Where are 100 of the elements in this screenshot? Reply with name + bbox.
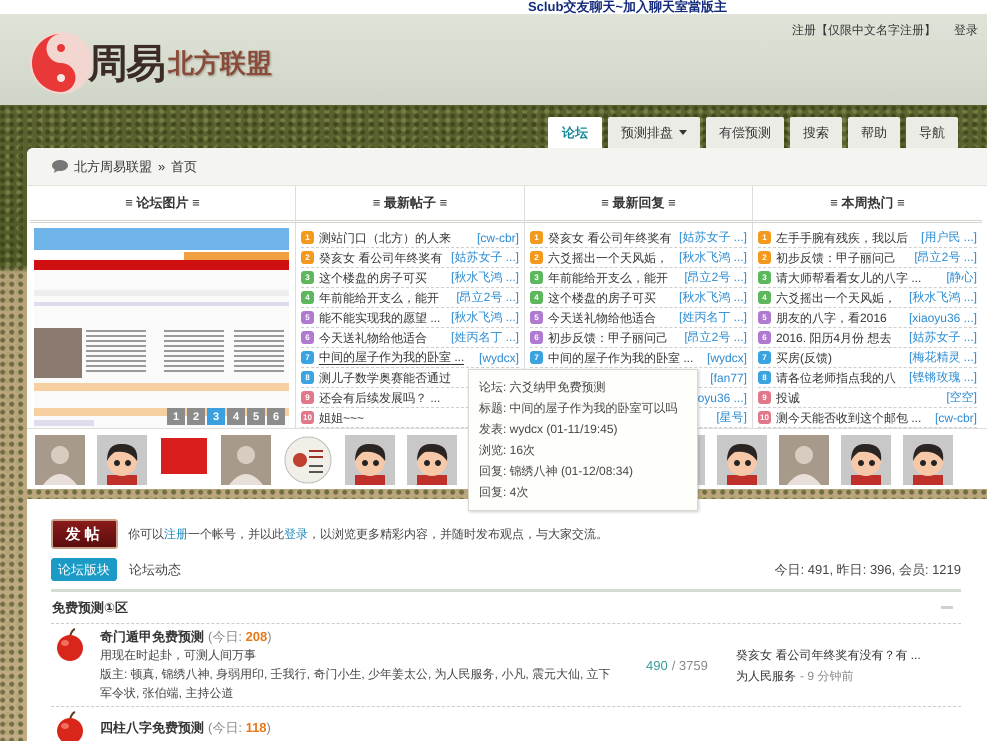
nav-tab[interactable]: 论坛	[548, 117, 602, 148]
author-link[interactable]: [姓丙名丁 ...]	[678, 309, 747, 326]
notice-link[interactable]: 注册	[164, 526, 188, 540]
rank-badge: 6	[301, 331, 314, 344]
thread-link[interactable]: 中间的屋子作为我的卧室 ...	[319, 350, 464, 365]
tooltip-line: 标题: 中间的屋子作为我的卧室可以吗	[479, 400, 679, 417]
nav-tab[interactable]: 预测排盘	[608, 117, 700, 148]
thread-link[interactable]: 测今天能否收到这个邮包 ...	[776, 410, 922, 424]
author-link[interactable]: [wydcx]	[478, 350, 519, 364]
tooltip-line: 回复: 4次	[479, 484, 530, 501]
forum-title[interactable]: 四柱八字免费预测	[100, 719, 204, 737]
author-link[interactable]: [秋水飞鸿 ...]	[908, 289, 977, 306]
photo-placeholder	[35, 435, 85, 485]
rank-badge: 7	[530, 351, 543, 364]
thread-link[interactable]: 请各位老师指点我的八	[776, 370, 896, 384]
thread-link[interactable]: 癸亥女 看公司年终奖有	[548, 230, 672, 244]
author-link[interactable]: [姑苏女子 ...]	[678, 229, 747, 246]
author-link[interactable]: [xiaoyu36 ...]	[908, 310, 977, 324]
author-link[interactable]: [秋水飞鸿 ...]	[678, 249, 747, 266]
thread-link[interactable]: 买房(反馈)	[776, 350, 832, 364]
thread-link[interactable]: 今天送礼物给他适合	[319, 330, 427, 344]
thread-link[interactable]: 年前能给开支么，能开	[319, 290, 439, 304]
rank-badge: 7	[758, 351, 771, 364]
thread-link[interactable]: 能不能实现我的愿望 ...	[319, 310, 440, 324]
rank-badge: 6	[530, 331, 543, 344]
rank-badge: 4	[758, 291, 771, 304]
collapse-icon[interactable]	[941, 606, 953, 609]
thread-link[interactable]: 投诚	[776, 390, 800, 404]
thread-link[interactable]: 朋友的八字，看2016	[776, 310, 887, 324]
author-link[interactable]: [秋水飞鸿 ...]	[450, 269, 519, 286]
breadcrumb-link[interactable]: 北方周易联盟	[74, 158, 152, 176]
author-link[interactable]: [姑苏女子 ...]	[450, 249, 519, 266]
author-link[interactable]: [昂立2号 ...]	[456, 289, 519, 306]
author-link[interactable]: [空空]	[946, 389, 977, 406]
author-link[interactable]: [wydcx]	[706, 350, 747, 364]
author-link[interactable]: [cw-cbr]	[935, 410, 977, 424]
breadcrumb-separator: »	[158, 159, 166, 174]
nav-tab[interactable]: 帮助	[848, 117, 900, 148]
author-link[interactable]: [姓丙名丁 ...]	[450, 329, 519, 346]
rank-badge: 2	[758, 251, 771, 264]
thread-link[interactable]: 六爻摇出一个天风姤，	[548, 250, 668, 264]
author-link[interactable]: [昂立2号 ...]	[684, 329, 747, 346]
photo-placeholder	[779, 435, 829, 485]
rank-badge: 4	[301, 291, 314, 304]
nav-tab[interactable]: 有偿预测	[706, 117, 784, 148]
thread-link[interactable]: 还会有后续发展吗？ ...	[319, 390, 440, 404]
thread-link[interactable]: 中间的屋子作为我的卧室 ...	[548, 350, 694, 364]
rank-badge: 9	[758, 391, 771, 404]
thread-link[interactable]: 2016. 阳历4月份 想去	[776, 330, 892, 344]
author-link[interactable]: [铿锵玫瑰 ...]	[908, 369, 977, 386]
author-link[interactable]: [fan77]	[710, 370, 747, 384]
rank-badge: 2	[301, 251, 314, 264]
thread-link[interactable]: 癸亥女 看公司年终奖有	[319, 250, 442, 264]
author-link[interactable]: [星号]	[716, 409, 747, 426]
thread-link[interactable]: 年前能给开支么，能开	[548, 270, 668, 284]
apple-icon	[55, 711, 85, 741]
rank-badge: 8	[758, 371, 771, 384]
nav-tab[interactable]: 导航	[906, 117, 958, 148]
today-count: (今日: 118)	[208, 719, 271, 737]
thread-link[interactable]: 今天送礼物给他适合	[548, 310, 656, 324]
author-link[interactable]: [昂立2号 ...]	[914, 249, 977, 266]
thread-link[interactable]: 初步反馈：甲子丽问己	[548, 330, 668, 344]
thread-link[interactable]: 这个楼盘的房子可买	[319, 270, 427, 284]
apple-icon	[55, 628, 85, 662]
thread-link[interactable]: 六爻摇出一个天风姤，	[776, 290, 896, 304]
rank-badge: 4	[530, 291, 543, 304]
author-link[interactable]: [梅花精灵 ...]	[908, 349, 977, 366]
last-post-link[interactable]: 癸亥女 看公司年终奖有没有？有 ...	[736, 646, 961, 664]
author-link[interactable]: [用户民 ...]	[920, 229, 977, 246]
banner-link[interactable]: Sclub交友聊天~加入聊天室當版主	[528, 0, 727, 14]
new-post-button[interactable]: 发帖	[51, 519, 118, 549]
thread-link[interactable]: 测站门口（北方）的人来	[319, 230, 451, 244]
author-link[interactable]: [静心]	[946, 269, 977, 286]
moderator-list: 版主: 顿真, 锦绣八神, 身弱用印, 壬我行, 奇门小生, 少年姜太公, 为人民服务, 小凡, 震元大仙, 立下军令状, 张伯端, 主持公道	[100, 665, 620, 703]
forum-title[interactable]: 奇门遁甲免费预测	[100, 628, 204, 646]
thread-link[interactable]: 姐姐~~~	[319, 410, 364, 424]
author-link[interactable]: [秋水飞鸿 ...]	[678, 289, 747, 306]
rank-badge: 8	[301, 371, 314, 384]
breadcrumb-link[interactable]: 首页	[171, 158, 198, 176]
thread-link[interactable]: 初步反馈：甲子丽问己	[776, 250, 896, 264]
author-link[interactable]: [姑苏女子 ...]	[908, 329, 977, 346]
author-link[interactable]: [cw-cbr]	[477, 230, 519, 244]
notice-link[interactable]: 登录	[284, 526, 308, 540]
author-link[interactable]: oyu36 ...]	[698, 390, 747, 404]
author-link[interactable]: [秋水飞鸿 ...]	[450, 309, 519, 326]
thread-link[interactable]: 测儿子数学奥赛能否通过	[319, 370, 451, 384]
section-title: 免费预测①区	[52, 598, 128, 616]
last-poster-link[interactable]: 为人民服务	[736, 668, 796, 684]
thread-link[interactable]: 左手手腕有残疾，我以后	[776, 230, 908, 244]
header-link[interactable]: 注册【仅限中文名字注册】	[792, 22, 936, 39]
rank-badge: 5	[758, 311, 771, 324]
board-tab[interactable]: 论坛动态	[127, 558, 183, 581]
header-link[interactable]: 登录	[954, 22, 978, 39]
post-time: - 9 分钟前	[800, 668, 854, 684]
column-heading: ≡ 论坛图片 ≡	[30, 186, 295, 223]
nav-tab[interactable]: 搜索	[790, 117, 842, 148]
thread-link[interactable]: 请大师帮看看女儿的八字 ...	[776, 270, 922, 284]
author-link[interactable]: [昂立2号 ...]	[684, 269, 747, 286]
thread-link[interactable]: 这个楼盘的房子可买	[548, 290, 656, 304]
rank-badge: 5	[301, 311, 314, 324]
